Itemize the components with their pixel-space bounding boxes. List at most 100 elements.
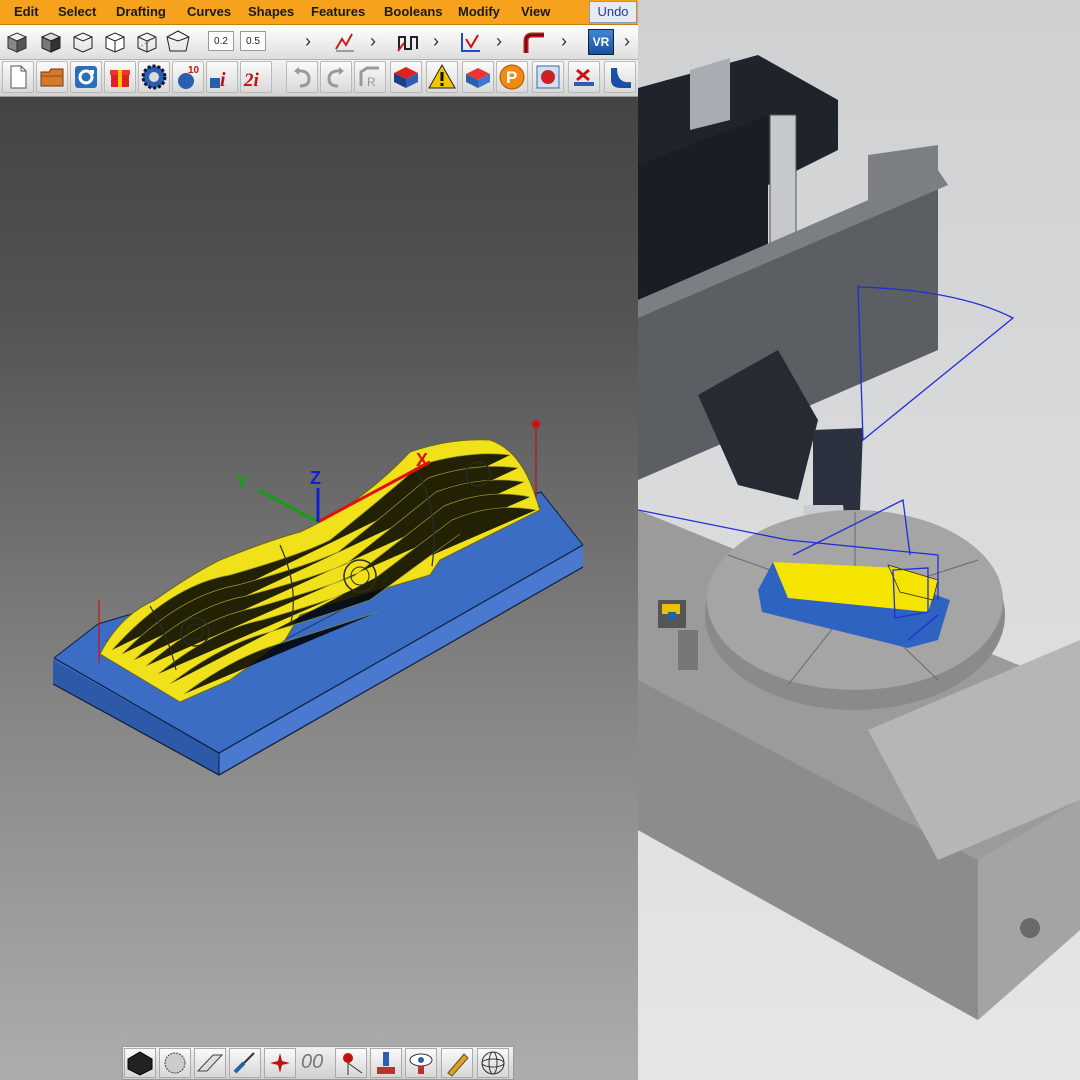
menu-drafting[interactable]: Drafting: [116, 4, 166, 19]
5axis-toolpath-icon[interactable]: [458, 29, 484, 55]
x-axis-label: X: [416, 450, 428, 470]
ruler-icon: R: [359, 66, 379, 89]
expand-chevron-icon[interactable]: ›: [624, 30, 630, 52]
visibility-eye-icon: [409, 1053, 433, 1074]
surface-button[interactable]: [604, 61, 636, 93]
svg-text:R: R: [367, 75, 376, 89]
ruler-button[interactable]: R: [354, 61, 386, 93]
menu-modify[interactable]: Modify: [458, 4, 500, 19]
menu-edit[interactable]: Edit: [14, 4, 39, 19]
info-icon: i: [210, 69, 226, 91]
postprocess-label: P: [506, 68, 517, 87]
expand-chevron-icon[interactable]: ›: [305, 30, 311, 52]
cad-window: Edit Select Drafting Curves Shapes Featu…: [0, 0, 638, 1080]
gift-button[interactable]: [104, 61, 136, 93]
rotate-view-button[interactable]: [70, 61, 102, 93]
undo-button[interactable]: Undo: [589, 1, 637, 23]
pin-marker-icon: [343, 1053, 363, 1075]
warning-button[interactable]: [426, 61, 458, 93]
warning-icon: [428, 63, 456, 89]
rotate-view-icon: [75, 66, 97, 88]
tolerance-field[interactable]: 0.2: [208, 31, 234, 51]
redo-arrow-icon: [327, 67, 344, 88]
texture-sphere-icon: [164, 1052, 186, 1074]
counter-icon: 10: [178, 65, 200, 89]
info-2-label: 2i: [243, 70, 260, 91]
brush-button[interactable]: [229, 1048, 261, 1078]
menu-shapes[interactable]: Shapes: [248, 4, 294, 19]
info-button[interactable]: i: [206, 61, 238, 93]
pin-button[interactable]: [335, 1048, 367, 1078]
tolerance-field[interactable]: 0.5: [240, 31, 266, 51]
stock-button[interactable]: [390, 61, 422, 93]
expand-chevron-icon[interactable]: ›: [496, 30, 502, 52]
menu-curves[interactable]: Curves: [187, 4, 231, 19]
menu-bar: Edit Select Drafting Curves Shapes Featu…: [0, 0, 638, 25]
y-axis: [257, 488, 319, 524]
open-folder-icon: [40, 68, 64, 87]
expand-chevron-icon[interactable]: ›: [561, 30, 567, 52]
pencil-icon: [447, 1053, 469, 1077]
new-document-button[interactable]: [2, 61, 34, 93]
pencil-button[interactable]: [441, 1048, 473, 1078]
tool-holder-button[interactable]: [370, 1048, 402, 1078]
surface-icon: [611, 68, 631, 88]
toolpath-icon[interactable]: [332, 29, 358, 55]
menu-booleans[interactable]: Booleans: [384, 4, 443, 19]
wireframe-cube-icon[interactable]: [70, 29, 96, 55]
undo-tool-button[interactable]: [286, 61, 318, 93]
machine-scene: [638, 55, 1080, 1020]
shaded-cube-icon[interactable]: [4, 29, 30, 55]
wireframe-sphere-icon: [481, 1051, 505, 1075]
plane-button[interactable]: [194, 1048, 226, 1078]
bottom-toolbar: 00: [122, 1046, 514, 1080]
wireframe-cube-icon[interactable]: [102, 29, 128, 55]
shaded-cube-icon[interactable]: [38, 29, 64, 55]
gift-box-icon: [110, 70, 130, 87]
bend-curve-icon[interactable]: [520, 29, 548, 55]
simulate-icon: [466, 68, 490, 88]
counter-label: 10: [188, 65, 200, 76]
settings-gear-icon: [141, 64, 167, 90]
wireframe-sphere-button[interactable]: [477, 1048, 509, 1078]
redo-tool-button[interactable]: [320, 61, 352, 93]
counter-button[interactable]: 10: [172, 61, 204, 93]
postprocess-icon: P: [499, 64, 525, 90]
expand-chevron-icon[interactable]: ›: [433, 30, 439, 52]
menu-select[interactable]: Select: [58, 4, 96, 19]
delete-toolpath-button[interactable]: [568, 61, 600, 93]
cad-viewport[interactable]: X Y Z: [0, 97, 638, 1045]
sphere-in-cube-button[interactable]: [532, 61, 564, 93]
texture-button[interactable]: [159, 1048, 191, 1078]
simulate-button[interactable]: [462, 61, 494, 93]
expand-chevron-icon[interactable]: ›: [370, 30, 376, 52]
postprocess-button[interactable]: P: [496, 61, 528, 93]
y-axis-label: Y: [236, 472, 248, 492]
new-document-icon: [10, 65, 27, 89]
tool-holder-icon: [377, 1052, 395, 1074]
shaded-mode-button[interactable]: [124, 1048, 156, 1078]
settings-button[interactable]: [138, 61, 170, 93]
brush-icon: [233, 1052, 255, 1074]
machine-simulation-view[interactable]: [638, 0, 1080, 1080]
menu-view[interactable]: View: [521, 4, 550, 19]
main-toolbar: 10 i 2i R P: [0, 60, 638, 97]
zero-button[interactable]: 00: [301, 1051, 323, 1074]
info-2-button[interactable]: 2i: [240, 61, 272, 93]
stock-box-icon: [394, 67, 418, 88]
zigzag-toolpath-icon[interactable]: [396, 29, 422, 55]
shaded-mode-icon: [127, 1051, 153, 1076]
sparkle-button[interactable]: [264, 1048, 296, 1078]
visibility-button[interactable]: [405, 1048, 437, 1078]
star-sparkle-icon: [270, 1053, 290, 1073]
undo-arrow-icon: [294, 67, 311, 88]
menu-features[interactable]: Features: [311, 4, 365, 19]
delete-toolpath-icon: [574, 68, 594, 86]
vr-button[interactable]: VR: [588, 29, 614, 55]
wireframe-polyhedron-icon[interactable]: [164, 28, 192, 56]
wireframe-cube-icon[interactable]: [134, 29, 160, 55]
plane-icon: [196, 1054, 224, 1072]
info-label: i: [220, 69, 226, 91]
open-button[interactable]: [36, 61, 68, 93]
info-2-icon: 2i: [243, 70, 260, 91]
